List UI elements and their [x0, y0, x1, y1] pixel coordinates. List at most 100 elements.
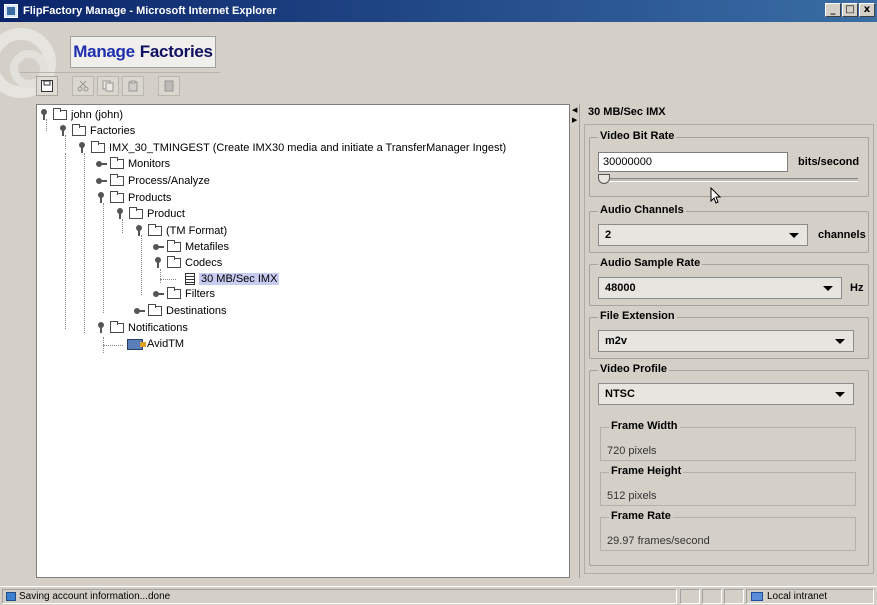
collapse-right-arrow-icon[interactable]: ▶ [572, 116, 577, 124]
tree-node-destinations[interactable]: Destinations [134, 303, 227, 319]
bit-rate-slider-thumb[interactable] [598, 174, 610, 184]
chevron-down-icon [823, 286, 833, 291]
audio-channels-select[interactable]: 2 [598, 224, 808, 246]
audio-sample-rate-label: Audio Sample Rate [598, 257, 703, 269]
page-title-factories: Factories [139, 42, 213, 61]
folder-icon [53, 108, 67, 120]
maximize-button[interactable]: □ [842, 3, 858, 17]
cut-button[interactable] [72, 76, 94, 96]
chevron-down-icon [835, 339, 845, 344]
collapse-left-arrow-icon[interactable]: ◀ [572, 106, 577, 114]
tree-node-notifications[interactable]: Notifications [96, 320, 188, 336]
panel-splitter[interactable]: ◀ ▶ [571, 104, 577, 578]
video-bit-rate-label: Video Bit Rate [598, 130, 677, 142]
folder-icon [167, 256, 181, 268]
collapse-toggle-icon[interactable] [153, 241, 165, 253]
tree-node-label: AvidTM [147, 338, 185, 350]
status-cell [724, 589, 744, 604]
tree-node-label: Filters [185, 288, 215, 300]
tree-node-factories[interactable]: Factories [58, 123, 135, 139]
paste-button[interactable] [122, 76, 144, 96]
collapse-toggle-icon[interactable] [96, 158, 108, 170]
tree-node-tm-format[interactable]: (TM Format) [134, 223, 227, 239]
expand-toggle-icon[interactable] [58, 125, 70, 137]
tree-node-label: Notifications [128, 322, 188, 334]
tree-node-label: Monitors [128, 158, 171, 170]
security-zone: Local intranet [746, 589, 874, 604]
folder-icon [110, 157, 124, 169]
collapse-toggle-icon[interactable] [96, 175, 108, 187]
toolbar-divider [20, 72, 220, 73]
bit-rate-unit: bits/second [798, 156, 860, 168]
audio-channels-label: Audio Channels [598, 204, 686, 216]
status-text: Saving account information...done [19, 591, 171, 602]
tree-node-products[interactable]: Products [96, 190, 171, 206]
frame-width-label: Frame Width [609, 420, 680, 432]
expand-toggle-icon[interactable] [39, 109, 51, 121]
zone-label: Local intranet [767, 591, 828, 602]
expand-toggle-icon[interactable] [77, 142, 89, 154]
minimize-button[interactable]: _ [825, 3, 841, 17]
frame-height-value: 512 pixels [607, 490, 657, 502]
video-profile-select[interactable]: NTSC [598, 383, 854, 405]
video-profile-value: NTSC [605, 388, 635, 400]
tree-node-label: (TM Format) [166, 225, 228, 237]
tree-node-avidtm[interactable]: AvidTM [127, 336, 184, 352]
window-title: FlipFactory Manage - Microsoft Internet … [23, 5, 277, 17]
tree-node-30mb-imx[interactable]: 30 MB/Sec IMX [185, 271, 280, 287]
tree-node-codecs[interactable]: Codecs [153, 255, 222, 271]
close-button[interactable]: x [859, 3, 875, 17]
collapse-toggle-icon[interactable] [134, 305, 146, 317]
paste-icon [128, 80, 138, 92]
audio-sample-rate-group: Audio Sample Rate 48000 Hz [589, 257, 869, 306]
tree-node-label: Product [147, 208, 185, 220]
folder-icon [110, 321, 124, 333]
expand-toggle-icon[interactable] [96, 192, 108, 204]
factory-tree[interactable]: john (john) Factories IMX_30_TMINGEST (C… [36, 104, 570, 578]
mouse-pointer-icon [710, 187, 722, 204]
frame-height-label: Frame Height [609, 465, 684, 477]
frame-rate-value: 29.97 frames/second [607, 535, 710, 547]
tree-node-john[interactable]: john (john) [39, 107, 123, 123]
collapse-toggle-icon[interactable] [153, 288, 165, 300]
window-title-bar: FlipFactory Manage - Microsoft Internet … [0, 0, 877, 22]
audio-channels-value: 2 [605, 229, 612, 241]
file-extension-select[interactable]: m2v [598, 330, 854, 352]
tree-node-metafiles[interactable]: Metafiles [153, 239, 229, 255]
app-header: Manage Factories [0, 22, 877, 102]
audio-channels-group: Audio Channels 2 channels [589, 204, 869, 253]
page-title: Manage Factories [70, 36, 216, 68]
video-bit-rate-input[interactable]: 30000000 [598, 152, 788, 172]
folder-icon [167, 287, 181, 299]
expand-toggle-icon[interactable] [153, 257, 165, 269]
save-button[interactable] [36, 76, 58, 96]
ie-page-icon [6, 592, 16, 601]
folder-icon [148, 304, 162, 316]
local-intranet-icon [751, 592, 763, 601]
expand-toggle-icon[interactable] [115, 208, 127, 220]
file-extension-value: m2v [605, 335, 628, 347]
delete-button[interactable] [158, 76, 180, 96]
audio-sample-rate-value: 48000 [605, 282, 636, 294]
status-cell [702, 589, 722, 604]
video-bit-rate-group: Video Bit Rate 30000000 bits/second [589, 130, 869, 197]
file-extension-group: File Extension m2v [589, 310, 869, 359]
frame-height-group: Frame Height 512 pixels [600, 465, 856, 506]
ie-app-icon [4, 4, 18, 18]
tree-node-process-analyze[interactable]: Process/Analyze [96, 173, 210, 189]
tree-node-imx-factory[interactable]: IMX_30_TMINGEST (Create IMX30 media and … [77, 140, 506, 156]
expand-toggle-icon[interactable] [134, 225, 146, 237]
chevron-down-icon [789, 233, 799, 238]
tree-node-monitors[interactable]: Monitors [96, 156, 170, 172]
expand-toggle-icon[interactable] [96, 322, 108, 334]
save-icon [41, 80, 53, 92]
copy-button[interactable] [97, 76, 119, 96]
folder-icon [167, 240, 181, 252]
audio-sample-rate-select[interactable]: 48000 [598, 277, 842, 299]
page-title-manage: Manage [73, 42, 135, 61]
bit-rate-slider-track[interactable] [600, 178, 858, 182]
tree-node-product[interactable]: Product [115, 206, 185, 222]
tree-node-label: Codecs [185, 257, 223, 269]
tree-node-label: Metafiles [185, 241, 230, 253]
tree-node-filters[interactable]: Filters [153, 286, 215, 302]
